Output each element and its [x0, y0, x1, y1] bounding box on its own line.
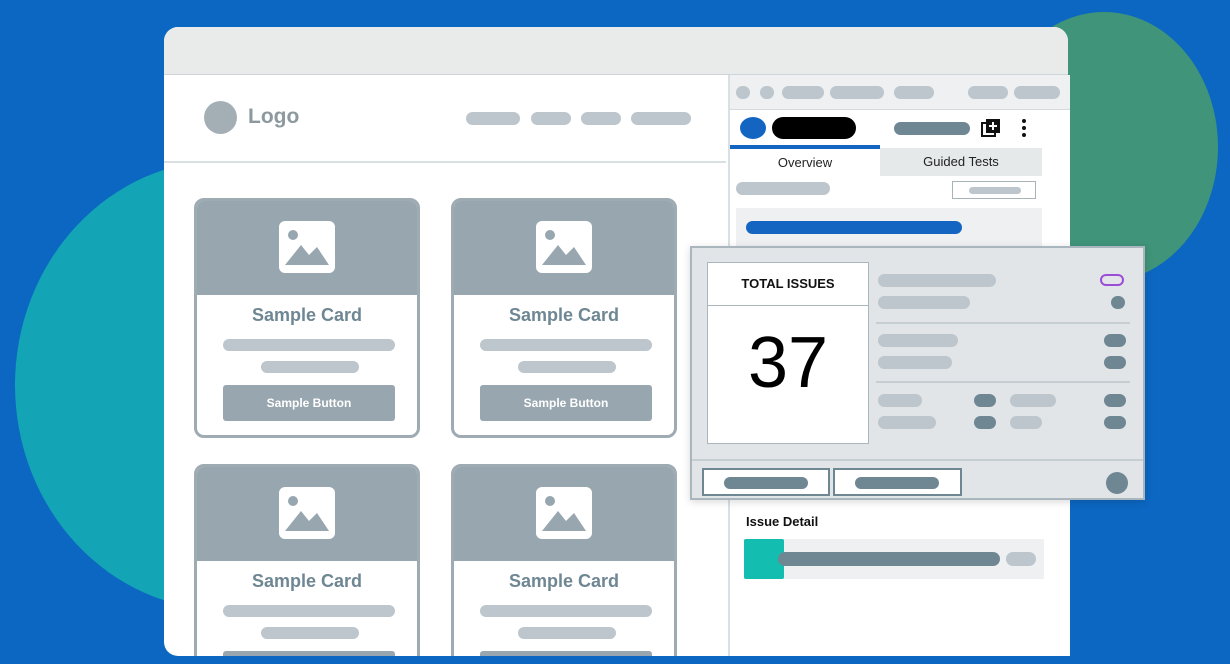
card-title: Sample Card — [251, 571, 363, 591]
toolbar-tab[interactable] — [1014, 86, 1060, 99]
panel-toolbar — [730, 75, 1070, 110]
tab-overview[interactable]: Overview — [730, 145, 880, 178]
summary-line — [878, 394, 922, 407]
toolbar-dot[interactable] — [736, 86, 750, 99]
progress-section — [736, 208, 1042, 248]
card-button[interactable]: Sample Button — [480, 385, 652, 421]
summary-line — [878, 274, 996, 287]
card-text-line — [480, 605, 652, 617]
tab-guided-tests[interactable]: Guided Tests — [880, 148, 1042, 176]
image-placeholder-icon — [279, 221, 335, 273]
card-button[interactable] — [480, 651, 652, 656]
sample-card: Sample Card — [194, 464, 420, 656]
summary-line — [878, 416, 936, 429]
summary-line — [1010, 394, 1056, 407]
card-image — [454, 201, 674, 295]
nav-link-2[interactable] — [531, 112, 571, 125]
issue-detail-bar — [778, 552, 1000, 566]
toolbar-tab[interactable] — [782, 86, 824, 99]
image-placeholder-icon — [536, 487, 592, 539]
extension-name — [772, 117, 856, 139]
issues-summary-card: TOTAL ISSUES 37 — [690, 246, 1145, 500]
summary-action-button[interactable] — [833, 468, 962, 496]
card-image — [197, 467, 417, 561]
more-options-icon[interactable] — [1018, 117, 1030, 139]
panel-text-line — [736, 182, 830, 195]
card-text-line — [223, 339, 395, 351]
card-text-line — [261, 361, 359, 373]
add-tab-icon[interactable] — [980, 117, 1002, 139]
nav-link-3[interactable] — [581, 112, 621, 125]
card-text-line — [518, 627, 616, 639]
toolbar-tab[interactable] — [830, 86, 884, 99]
card-title: Sample Card — [508, 571, 620, 591]
summary-info-icon[interactable] — [1106, 472, 1128, 494]
toolbar-tab[interactable] — [894, 86, 934, 99]
card-button[interactable]: Sample Button — [223, 385, 395, 421]
nav-link-4[interactable] — [631, 112, 691, 125]
summary-divider — [876, 322, 1130, 324]
summary-action-button[interactable] — [702, 468, 830, 496]
panel-header-pill[interactable] — [894, 122, 970, 135]
issue-detail-label: Issue Detail — [746, 514, 819, 529]
issue-detail-row[interactable] — [744, 539, 1044, 579]
sample-card: Sample Card — [451, 464, 677, 656]
card-text-line — [480, 339, 652, 351]
summary-line — [1010, 416, 1042, 429]
card-text-line — [518, 361, 616, 373]
total-issues-box: TOTAL ISSUES 37 — [707, 262, 869, 444]
summary-footer-divider — [692, 459, 1143, 461]
toolbar-dot[interactable] — [760, 86, 774, 99]
summary-line — [878, 334, 958, 347]
summary-line — [878, 356, 952, 369]
summary-count — [1104, 394, 1126, 407]
card-text-line — [223, 605, 395, 617]
summary-line — [878, 296, 970, 309]
progress-bar — [746, 221, 962, 234]
summary-count — [974, 394, 996, 407]
sample-card: Sample Card Sample Button — [194, 198, 420, 438]
summary-dot — [1111, 296, 1125, 309]
summary-count — [1104, 356, 1126, 369]
card-button[interactable] — [223, 651, 395, 656]
summary-count — [1104, 334, 1126, 347]
summary-count — [1104, 416, 1126, 429]
toolbar-tab[interactable] — [968, 86, 1008, 99]
card-image — [454, 467, 674, 561]
extension-logo — [740, 117, 766, 139]
card-image — [197, 201, 417, 295]
issue-detail-count — [1006, 552, 1036, 566]
card-title: Sample Card — [251, 305, 363, 325]
logo-mark — [204, 101, 237, 134]
image-placeholder-icon — [279, 487, 335, 539]
sample-card: Sample Card Sample Button — [451, 198, 677, 438]
browser-title-bar — [164, 27, 1068, 75]
total-issues-label: TOTAL ISSUES — [708, 263, 868, 306]
card-text-line — [261, 627, 359, 639]
summary-count — [974, 416, 996, 429]
status-badge — [1100, 274, 1124, 286]
site-header: Logo — [164, 75, 726, 163]
logo-text[interactable]: Logo — [248, 105, 299, 129]
panel-filter-button[interactable] — [952, 181, 1036, 199]
total-issues-count: 37 — [747, 323, 829, 403]
image-placeholder-icon — [536, 221, 592, 273]
nav-link-1[interactable] — [466, 112, 520, 125]
card-title: Sample Card — [508, 305, 620, 325]
summary-divider — [876, 381, 1130, 383]
